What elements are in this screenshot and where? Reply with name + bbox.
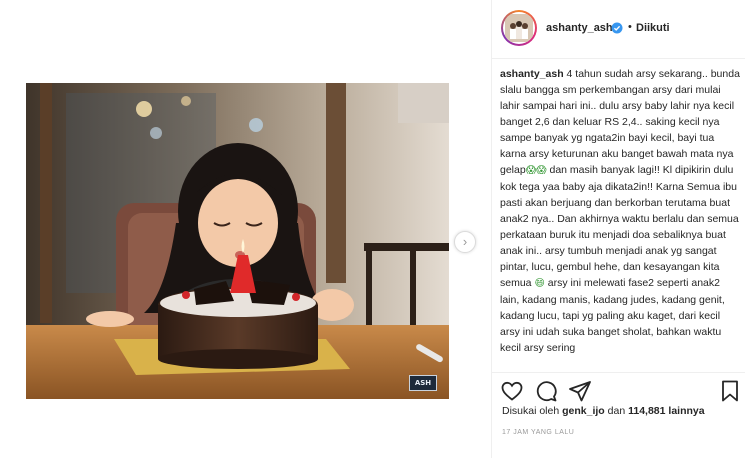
likes-suffix[interactable]: lainnya — [668, 405, 704, 417]
post-timestamp[interactable]: 17 JAM YANG LALU — [502, 429, 574, 436]
caption-text-1: 4 tahun sudah arsy sekarang.. bunda slal… — [500, 68, 740, 176]
watermark-logo: ASH — [409, 375, 437, 391]
following-button[interactable]: Diikuti — [636, 22, 670, 34]
scream-emoji: 😱😱 — [525, 165, 547, 176]
comment-icon[interactable] — [534, 379, 558, 403]
photo-illustration — [26, 83, 449, 399]
likes-summary: Disukai oleh genk_ijo dan 114,881 lainny… — [502, 405, 705, 417]
caption-text-2: dan masih banyak lagi!! Kl dipikirin dul… — [500, 164, 739, 289]
likes-middle: dan — [607, 405, 626, 417]
grin-emoji: 😄 — [534, 278, 545, 289]
username-link[interactable]: ashanty_ash — [546, 22, 613, 34]
bookmark-icon[interactable] — [718, 379, 742, 403]
avatar[interactable] — [501, 10, 537, 46]
chevron-right-icon: › — [462, 234, 468, 249]
liked-by-user[interactable]: genk_ijo — [562, 405, 605, 417]
action-bar — [492, 372, 745, 407]
separator-dot: • — [628, 21, 632, 33]
post-header: ashanty_ash • Diikuti — [492, 0, 745, 59]
avatar-image — [503, 12, 535, 44]
next-photo-button[interactable]: › — [454, 231, 476, 253]
likes-count[interactable]: 114,881 — [628, 405, 665, 417]
share-icon[interactable] — [568, 379, 592, 403]
likes-prefix: Disukai oleh — [502, 405, 560, 417]
post-caption: ashanty_ash 4 tahun sudah arsy sekarang.… — [500, 66, 740, 372]
verified-badge-icon — [611, 22, 623, 34]
heart-icon[interactable] — [500, 379, 524, 403]
post-photo[interactable]: ASH — [26, 83, 449, 399]
caption-username[interactable]: ashanty_ash — [500, 68, 564, 80]
